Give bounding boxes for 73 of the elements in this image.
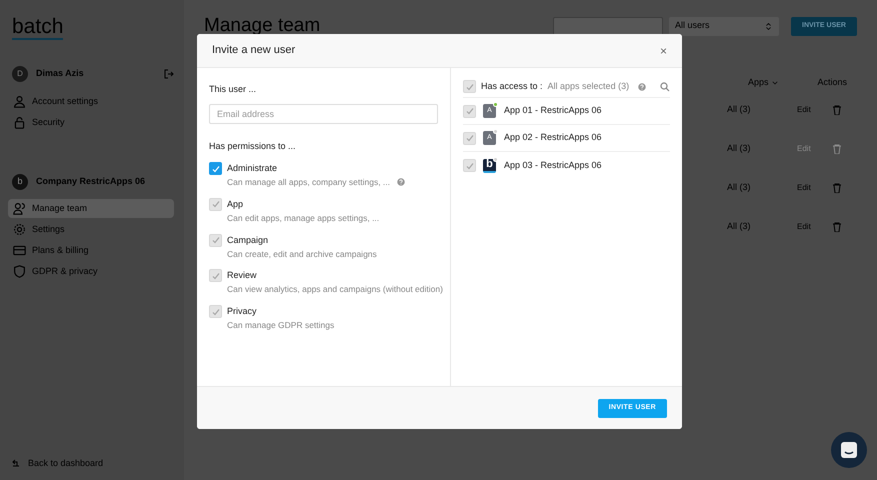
app-name: App 01 - RestricApps 06 (504, 104, 602, 118)
logo: batch (12, 16, 64, 40)
shield-icon (13, 265, 26, 278)
trash-icon[interactable] (833, 182, 841, 192)
section-label: This user ... (209, 83, 258, 96)
help-icon[interactable] (637, 82, 648, 92)
apps-count: All (3) (727, 102, 752, 116)
sidebar-item[interactable]: Account settings (8, 92, 174, 111)
edit-link[interactable]: Edit (797, 104, 833, 116)
check-icon (466, 134, 474, 142)
check-icon (212, 236, 220, 244)
back-arrow-icon (12, 459, 20, 468)
page-title: Manage team (204, 16, 322, 36)
apps-count: All (3) (727, 180, 752, 194)
permission-name: Privacy (227, 305, 258, 317)
sidebar-item[interactable]: GDPR & privacy (8, 262, 174, 281)
help-icon[interactable] (396, 177, 406, 188)
user-name: Dimas Azis (36, 67, 85, 80)
chat-button[interactable] (831, 432, 867, 468)
sidebar-item[interactable]: Security (8, 113, 174, 132)
permission-description: Can manage GDPR settings (227, 319, 334, 332)
card-icon (13, 244, 26, 257)
filter-select[interactable]: All users (669, 16, 779, 36)
updown-icon (764, 22, 773, 30)
permission-name: App (227, 198, 244, 210)
permission-name: Review (227, 269, 258, 282)
email-field[interactable]: Email address (209, 104, 438, 124)
permission-description: Can edit apps, manage apps settings, ... (227, 212, 380, 224)
company-logo: b (12, 174, 28, 190)
permission-description: Can manage all apps, company settings, ... (227, 176, 390, 189)
permission-name: Administrate (227, 162, 278, 174)
logout-icon (164, 69, 174, 79)
permission-description: Can view analytics, apps and campaigns (without edition) (227, 283, 443, 296)
sidebar-item[interactable]: Plans & billing (8, 241, 174, 260)
avatar: D (12, 66, 28, 82)
check-icon (466, 107, 474, 115)
gear-icon (13, 223, 26, 236)
access-value: All apps selected (3) (548, 80, 630, 93)
team-icon (13, 202, 26, 215)
edit-link[interactable]: Edit (797, 182, 833, 194)
lock-icon (13, 116, 26, 129)
sidebar-item[interactable]: Settings (8, 220, 174, 239)
access-label: Has access to : (481, 80, 543, 93)
trash-icon[interactable] (833, 144, 841, 154)
search-icon[interactable] (660, 82, 670, 92)
apps-count: All (3) (727, 220, 752, 233)
app-name: App 03 - RestricApps 06 (504, 158, 602, 172)
permission-description: Can create, edit and archive campaigns (227, 248, 377, 260)
check-icon (212, 200, 220, 208)
dialog-title: Invite a new user (212, 43, 296, 58)
chat-icon (840, 441, 858, 459)
checkbox[interactable] (209, 162, 222, 175)
trash-icon[interactable] (833, 104, 841, 114)
section-label: Has permissions to ... (209, 140, 297, 153)
check-icon (212, 272, 220, 280)
search-field[interactable] (553, 16, 663, 36)
check-icon (212, 308, 220, 316)
edit-link[interactable]: Edit (797, 220, 833, 232)
permission-name: Campaign (227, 234, 270, 246)
back-link[interactable]: Back to dashboard (12, 456, 174, 470)
check-icon (466, 82, 474, 90)
apps-count: All (3) (727, 142, 752, 155)
column-header[interactable]: Apps (748, 76, 780, 90)
close-button[interactable]: × (660, 44, 667, 56)
company-name: Company RestricApps 06 (36, 175, 146, 188)
sidebar-item[interactable]: Manage team (8, 199, 174, 218)
check-icon (212, 164, 220, 172)
trash-icon[interactable] (833, 222, 841, 232)
app-icon: b (483, 158, 496, 172)
user-icon (13, 95, 26, 108)
check-icon (466, 162, 474, 170)
column-header: Actions (817, 76, 847, 89)
app-name: App 02 - RestricApps 06 (504, 131, 602, 144)
